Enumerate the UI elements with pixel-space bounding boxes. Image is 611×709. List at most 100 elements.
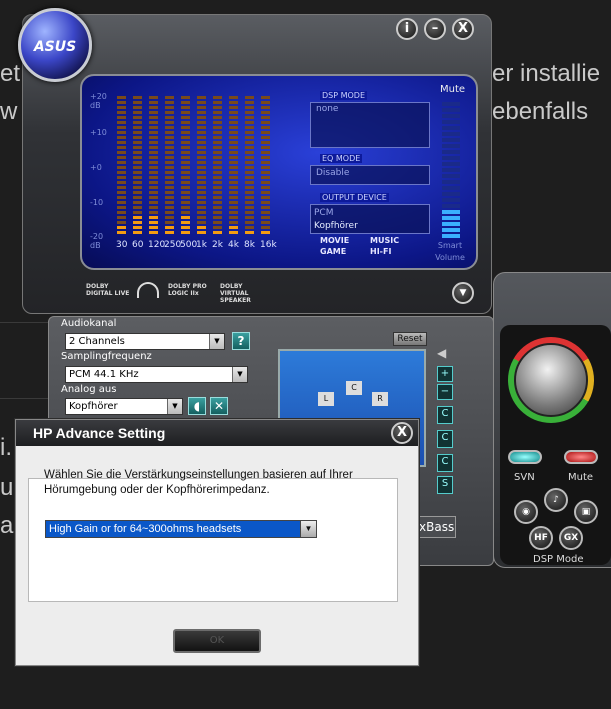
eq-segment — [165, 176, 174, 179]
help-button[interactable]: ? — [232, 332, 250, 350]
plus-button[interactable]: + — [437, 366, 453, 382]
mode-game[interactable]: GAME — [320, 247, 346, 256]
minimize-button[interactable]: – — [424, 18, 446, 40]
volume-knob[interactable] — [508, 337, 594, 423]
gain-select[interactable]: High Gain or for 64~300ohms headsets ▼ — [45, 520, 317, 538]
game-mode-icon[interactable]: ◉ — [514, 500, 538, 524]
eq-segment — [197, 96, 206, 99]
mute-label: Mute — [440, 84, 466, 95]
dialog-close-button[interactable]: X — [391, 422, 413, 444]
eq-segment — [181, 116, 190, 119]
eq-segment — [213, 206, 222, 209]
eq-segment — [245, 201, 254, 204]
eq-band-label: 500 — [180, 240, 198, 250]
eq-segment — [261, 181, 270, 184]
asus-logo[interactable]: ASUS — [18, 8, 92, 82]
effect-button-1[interactable]: C — [437, 406, 453, 424]
volume-meter-segment — [442, 210, 460, 214]
ok-button[interactable]: OK — [173, 629, 261, 653]
gx-mode-button[interactable]: GX — [559, 526, 583, 550]
eq-segment — [133, 136, 142, 139]
expand-down-icon[interactable]: ▼ — [452, 282, 474, 304]
output-option-headphones[interactable]: Kopfhörer — [314, 221, 358, 231]
mute-toggle[interactable] — [564, 450, 598, 464]
tools-icon[interactable]: ✕ — [210, 397, 228, 415]
audiokanal-select[interactable]: 2 Channels ▼ — [65, 333, 225, 350]
eq-segment — [213, 186, 222, 189]
eq-segment — [149, 116, 158, 119]
speaker-left[interactable]: L — [318, 392, 334, 406]
svn-toggle[interactable] — [508, 450, 542, 464]
output-option-pcm[interactable]: PCM — [314, 208, 333, 218]
eq-segment — [181, 196, 190, 199]
analog-out-select[interactable]: Kopfhörer ▼ — [65, 398, 183, 415]
eq-band-slider[interactable] — [133, 96, 142, 236]
eq-band-label: 120 — [148, 240, 166, 250]
eq-band-slider[interactable] — [165, 96, 174, 236]
eq-segment — [181, 176, 190, 179]
eq-segment — [165, 231, 174, 234]
eq-segment — [261, 126, 270, 129]
minus-button[interactable]: − — [437, 384, 453, 400]
eq-segment — [229, 216, 238, 219]
music-mode-icon[interactable]: ♪ — [544, 488, 568, 512]
eq-segment — [197, 201, 206, 204]
speaker-right[interactable]: R — [372, 392, 388, 406]
speaker-center[interactable]: C — [346, 381, 362, 395]
hf-mode-button[interactable]: HF — [529, 526, 553, 550]
effect-button-3[interactable]: C — [437, 454, 453, 472]
eq-segment — [197, 221, 206, 224]
eq-segment — [229, 141, 238, 144]
mode-hifi[interactable]: HI-FI — [370, 247, 391, 256]
eq-segment — [133, 196, 142, 199]
eq-band-slider[interactable] — [261, 96, 270, 236]
audiokanal-value: 2 Channels — [69, 336, 125, 347]
eq-band-slider[interactable] — [245, 96, 254, 236]
eq-segment — [229, 196, 238, 199]
eq-band-slider[interactable] — [197, 96, 206, 236]
eq-segment — [117, 101, 126, 104]
eq-segment — [165, 96, 174, 99]
eq-segment — [197, 141, 206, 144]
eq-segment — [261, 136, 270, 139]
sampling-select[interactable]: PCM 44.1 KHz ▼ — [65, 366, 248, 383]
dialog-titlebar[interactable]: HP Advance Setting X — [16, 420, 418, 446]
xbass-button[interactable]: xBass — [418, 516, 456, 538]
eq-segment — [197, 196, 206, 199]
eq-segment — [181, 146, 190, 149]
eq-segment — [181, 186, 190, 189]
eq-segment — [197, 156, 206, 159]
eq-segment — [229, 186, 238, 189]
info-button[interactable]: i — [396, 18, 418, 40]
eq-segment — [117, 141, 126, 144]
effect-button-2[interactable]: C — [437, 430, 453, 448]
effect-button-4[interactable]: S — [437, 476, 453, 494]
eq-segment — [149, 141, 158, 144]
eq-band-slider[interactable] — [213, 96, 222, 236]
eq-band-slider[interactable] — [117, 96, 126, 236]
eq-segment — [149, 131, 158, 134]
eq-segment — [213, 151, 222, 154]
reset-button[interactable]: Reset — [393, 332, 427, 346]
eq-segment — [165, 206, 174, 209]
eq-segment — [117, 231, 126, 234]
eq-segment — [245, 121, 254, 124]
eq-band-slider[interactable] — [149, 96, 158, 236]
mode-music[interactable]: MUSIC — [370, 236, 399, 245]
dialog-title: HP Advance Setting — [33, 425, 166, 441]
volume-knob-cap — [514, 343, 588, 417]
volume-meter[interactable] — [442, 102, 460, 240]
eq-band-slider[interactable] — [229, 96, 238, 236]
eq-segment — [229, 171, 238, 174]
speaker-test-icon[interactable]: ◖ — [188, 397, 206, 415]
eq-segment — [213, 131, 222, 134]
eq-segment — [197, 211, 206, 214]
movie-mode-icon[interactable]: ▣ — [574, 500, 598, 524]
mode-movie[interactable]: MOVIE — [320, 236, 349, 245]
eq-band-slider[interactable] — [181, 96, 190, 236]
eq-segment — [245, 111, 254, 114]
audiokanal-label: Audiokanal — [61, 318, 117, 329]
close-button[interactable]: X — [452, 18, 474, 40]
eq-segment — [165, 106, 174, 109]
eq-segment — [213, 181, 222, 184]
